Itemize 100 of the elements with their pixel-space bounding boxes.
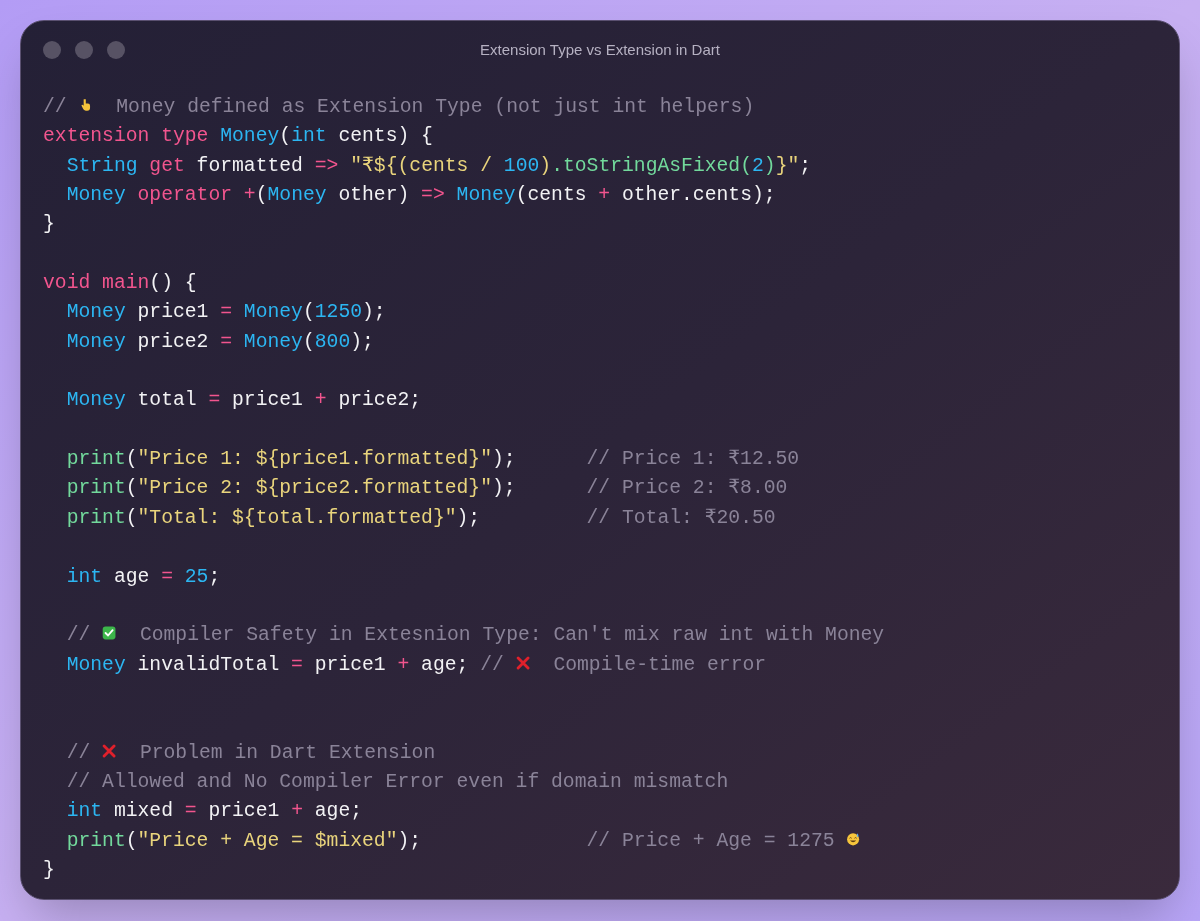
code-text: ( xyxy=(125,448,138,471)
operator: = xyxy=(208,389,221,412)
function-name: print xyxy=(66,829,126,852)
code-text: other.cents); xyxy=(621,184,776,207)
code-text: } xyxy=(43,858,55,881)
code-comment: // xyxy=(43,96,68,118)
number-literal: 2 xyxy=(752,154,764,177)
code-text: ( xyxy=(125,829,138,852)
string-literal: "Total: ${total.formatted}" xyxy=(137,506,457,529)
type-name: Money xyxy=(219,125,280,148)
number-literal: 800 xyxy=(314,330,351,353)
code-text: total xyxy=(136,389,198,412)
string-literal: "Price 1: ${price1.formatted}" xyxy=(137,448,492,471)
code-text: } xyxy=(43,213,55,236)
type-name: Money xyxy=(66,389,126,412)
string-literal: "Price + Age = $mixed" xyxy=(137,829,398,852)
code-text: ( xyxy=(125,477,138,500)
type-name: Money xyxy=(267,184,327,207)
code-text: ( xyxy=(302,330,315,353)
code-text: price1 xyxy=(136,301,210,324)
code-text: ( xyxy=(302,301,315,324)
operator: = xyxy=(220,330,233,353)
code-text: ( xyxy=(279,125,292,148)
code-text: cents) { xyxy=(337,125,433,148)
code-text: ; xyxy=(799,154,812,177)
type-name: Money xyxy=(66,301,126,324)
code-text: age xyxy=(112,565,151,588)
code-text: ); xyxy=(491,448,516,471)
window-title: Extension Type vs Extension in Dart xyxy=(480,39,720,60)
window-control[interactable] xyxy=(75,41,93,59)
code-text: age; xyxy=(420,653,470,676)
window-control[interactable] xyxy=(43,41,61,59)
operator: => xyxy=(421,184,445,207)
code-text: ); xyxy=(362,301,386,324)
code-text: ); xyxy=(397,829,422,852)
code-text: ); xyxy=(456,506,481,529)
type-name: int xyxy=(66,800,103,823)
code-comment: // Total: ₹20.50 xyxy=(586,506,776,529)
operator: + xyxy=(314,389,327,412)
code-text: price1 xyxy=(207,800,281,823)
function-name: .toStringAsFixed( xyxy=(551,154,752,177)
code-text: price2 xyxy=(136,330,210,353)
number-literal: 1250 xyxy=(314,301,363,324)
string-literal: ) xyxy=(539,154,552,177)
operator: + xyxy=(291,800,303,823)
code-comment: // xyxy=(66,624,92,647)
string-literal: "₹${(cents / xyxy=(349,154,494,177)
function-name: print xyxy=(66,448,126,471)
type-name: Money xyxy=(242,301,303,324)
code-text: ); xyxy=(350,330,374,353)
code-comment: Problem in Dart Extension xyxy=(138,741,436,764)
string-literal: }" xyxy=(775,154,800,177)
type-name: Money xyxy=(455,184,516,207)
code-text: price1 xyxy=(231,389,304,412)
code-comment: // xyxy=(480,653,505,676)
type-name: String xyxy=(66,154,138,177)
type-name: int xyxy=(291,125,327,148)
operator: + xyxy=(598,184,611,207)
keyword: get xyxy=(148,154,185,177)
code-comment: Compile-time error xyxy=(552,653,767,676)
code-comment: // xyxy=(66,741,92,764)
keyword: extension type xyxy=(43,125,209,148)
code-text: formatted xyxy=(195,154,304,177)
operator: = xyxy=(161,565,173,588)
code-text: ; xyxy=(208,565,221,588)
keyword: operator xyxy=(136,184,233,207)
code-text: () { xyxy=(149,272,197,295)
operator: + xyxy=(242,184,256,207)
code-text: invalidTotal xyxy=(136,653,281,676)
code-text: (cents xyxy=(515,184,588,207)
code-text: ( xyxy=(125,506,138,529)
keyword: void main xyxy=(43,272,150,295)
function-name: ) xyxy=(763,154,776,177)
type-name: int xyxy=(66,565,103,588)
code-text: age; xyxy=(313,800,363,823)
operator: = xyxy=(184,800,197,823)
code-comment: // Price + Age = 1275 xyxy=(586,829,836,852)
number-literal: 25 xyxy=(183,565,209,588)
type-name: Money xyxy=(242,330,303,353)
code-comment: // Allowed and No Compiler Error even if domain mismatch xyxy=(66,770,729,793)
operator: = xyxy=(220,301,233,324)
code-text: price1 xyxy=(313,653,387,676)
code-comment: Money defined as Extension Type (not just int helpers) xyxy=(115,96,755,118)
operator: = xyxy=(291,653,303,676)
type-name: Money xyxy=(66,653,126,676)
window-control[interactable] xyxy=(107,41,125,59)
string-literal: "Price 2: ${price2.formatted}" xyxy=(137,477,492,500)
type-name: Money xyxy=(66,184,126,207)
operator: + xyxy=(397,653,410,676)
code-text: mixed xyxy=(112,800,174,823)
function-name: print xyxy=(66,506,126,529)
code-text: ); xyxy=(491,477,516,500)
operator: => xyxy=(314,154,339,177)
type-name: Money xyxy=(66,330,126,353)
function-name: print xyxy=(66,477,126,500)
code-comment: // Price 2: ₹8.00 xyxy=(586,477,788,500)
code-text: ( xyxy=(255,184,268,207)
code-comment: Compiler Safety in Extesnion Type: Can't mix raw int with Money xyxy=(138,624,885,647)
number-literal: 100 xyxy=(503,154,540,177)
code-text: other) xyxy=(337,184,411,207)
